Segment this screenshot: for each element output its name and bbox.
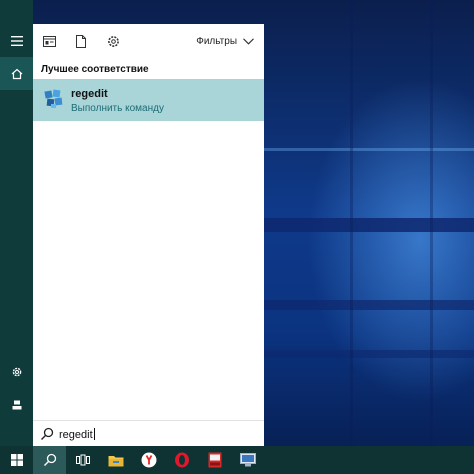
expand-menu-button[interactable] <box>0 24 33 57</box>
user-button[interactable] <box>0 388 33 421</box>
task-view-icon <box>75 454 90 466</box>
wallpaper-light-beam <box>264 148 474 151</box>
windows-logo-icon <box>10 454 23 466</box>
regedit-icon <box>44 89 63 108</box>
chevron-down-icon <box>243 37 254 45</box>
search-icon <box>43 453 56 466</box>
task-view-button[interactable] <box>66 446 99 474</box>
file-explorer-button[interactable] <box>99 446 132 474</box>
documents-filter-button[interactable] <box>73 33 89 49</box>
gear-icon <box>107 35 119 47</box>
filters-dropdown[interactable]: Фильтры <box>196 33 254 49</box>
text-caret <box>93 428 95 440</box>
panel-toolbar: Фильтры <box>33 24 264 56</box>
settings-icon <box>12 367 21 376</box>
best-match-result[interactable]: regedit Выполнить команду <box>33 79 264 121</box>
yandex-browser-button[interactable] <box>132 446 165 474</box>
settings-button[interactable] <box>0 355 33 388</box>
search-input-value: regedit <box>59 429 93 441</box>
file-explorer-icon <box>108 455 123 466</box>
taskbar-search-button[interactable] <box>33 446 66 474</box>
wallpaper-light-beam <box>264 218 474 232</box>
yandex-browser-icon <box>141 452 156 468</box>
documents-icon <box>76 34 86 48</box>
search-box[interactable]: regedit <box>33 420 264 446</box>
search-icon <box>41 427 54 440</box>
opera-button[interactable] <box>165 446 198 474</box>
app-remote-icon <box>239 453 256 467</box>
search-results-panel: Фильтры Лучшее соответствие regedit Выпо… <box>33 24 264 446</box>
best-match-heading: Лучшее соответствие <box>41 64 149 75</box>
search-input[interactable]: regedit <box>59 428 95 441</box>
start-button[interactable] <box>0 446 33 474</box>
opera-icon <box>174 452 189 468</box>
app-tm-icon <box>208 452 221 468</box>
app-remote-button[interactable] <box>231 446 264 474</box>
result-subtitle: Выполнить команду <box>71 103 164 114</box>
settings-filter-button[interactable] <box>105 33 121 49</box>
apps-icon <box>42 35 56 47</box>
wallpaper-light-beam <box>350 0 353 446</box>
wallpaper-light-beam <box>264 300 474 310</box>
app-tm-button[interactable] <box>198 446 231 474</box>
taskbar <box>0 446 474 474</box>
hamburger-menu-icon <box>10 35 23 46</box>
user-icon <box>12 400 21 409</box>
home-button[interactable] <box>0 57 33 90</box>
start-left-rail <box>0 0 33 446</box>
result-name: regedit <box>71 88 108 100</box>
apps-filter-button[interactable] <box>41 33 57 49</box>
wallpaper-light-beam <box>264 350 474 358</box>
wallpaper-light-beam <box>430 0 433 446</box>
home-icon <box>11 68 22 79</box>
filters-label: Фильтры <box>196 35 237 47</box>
